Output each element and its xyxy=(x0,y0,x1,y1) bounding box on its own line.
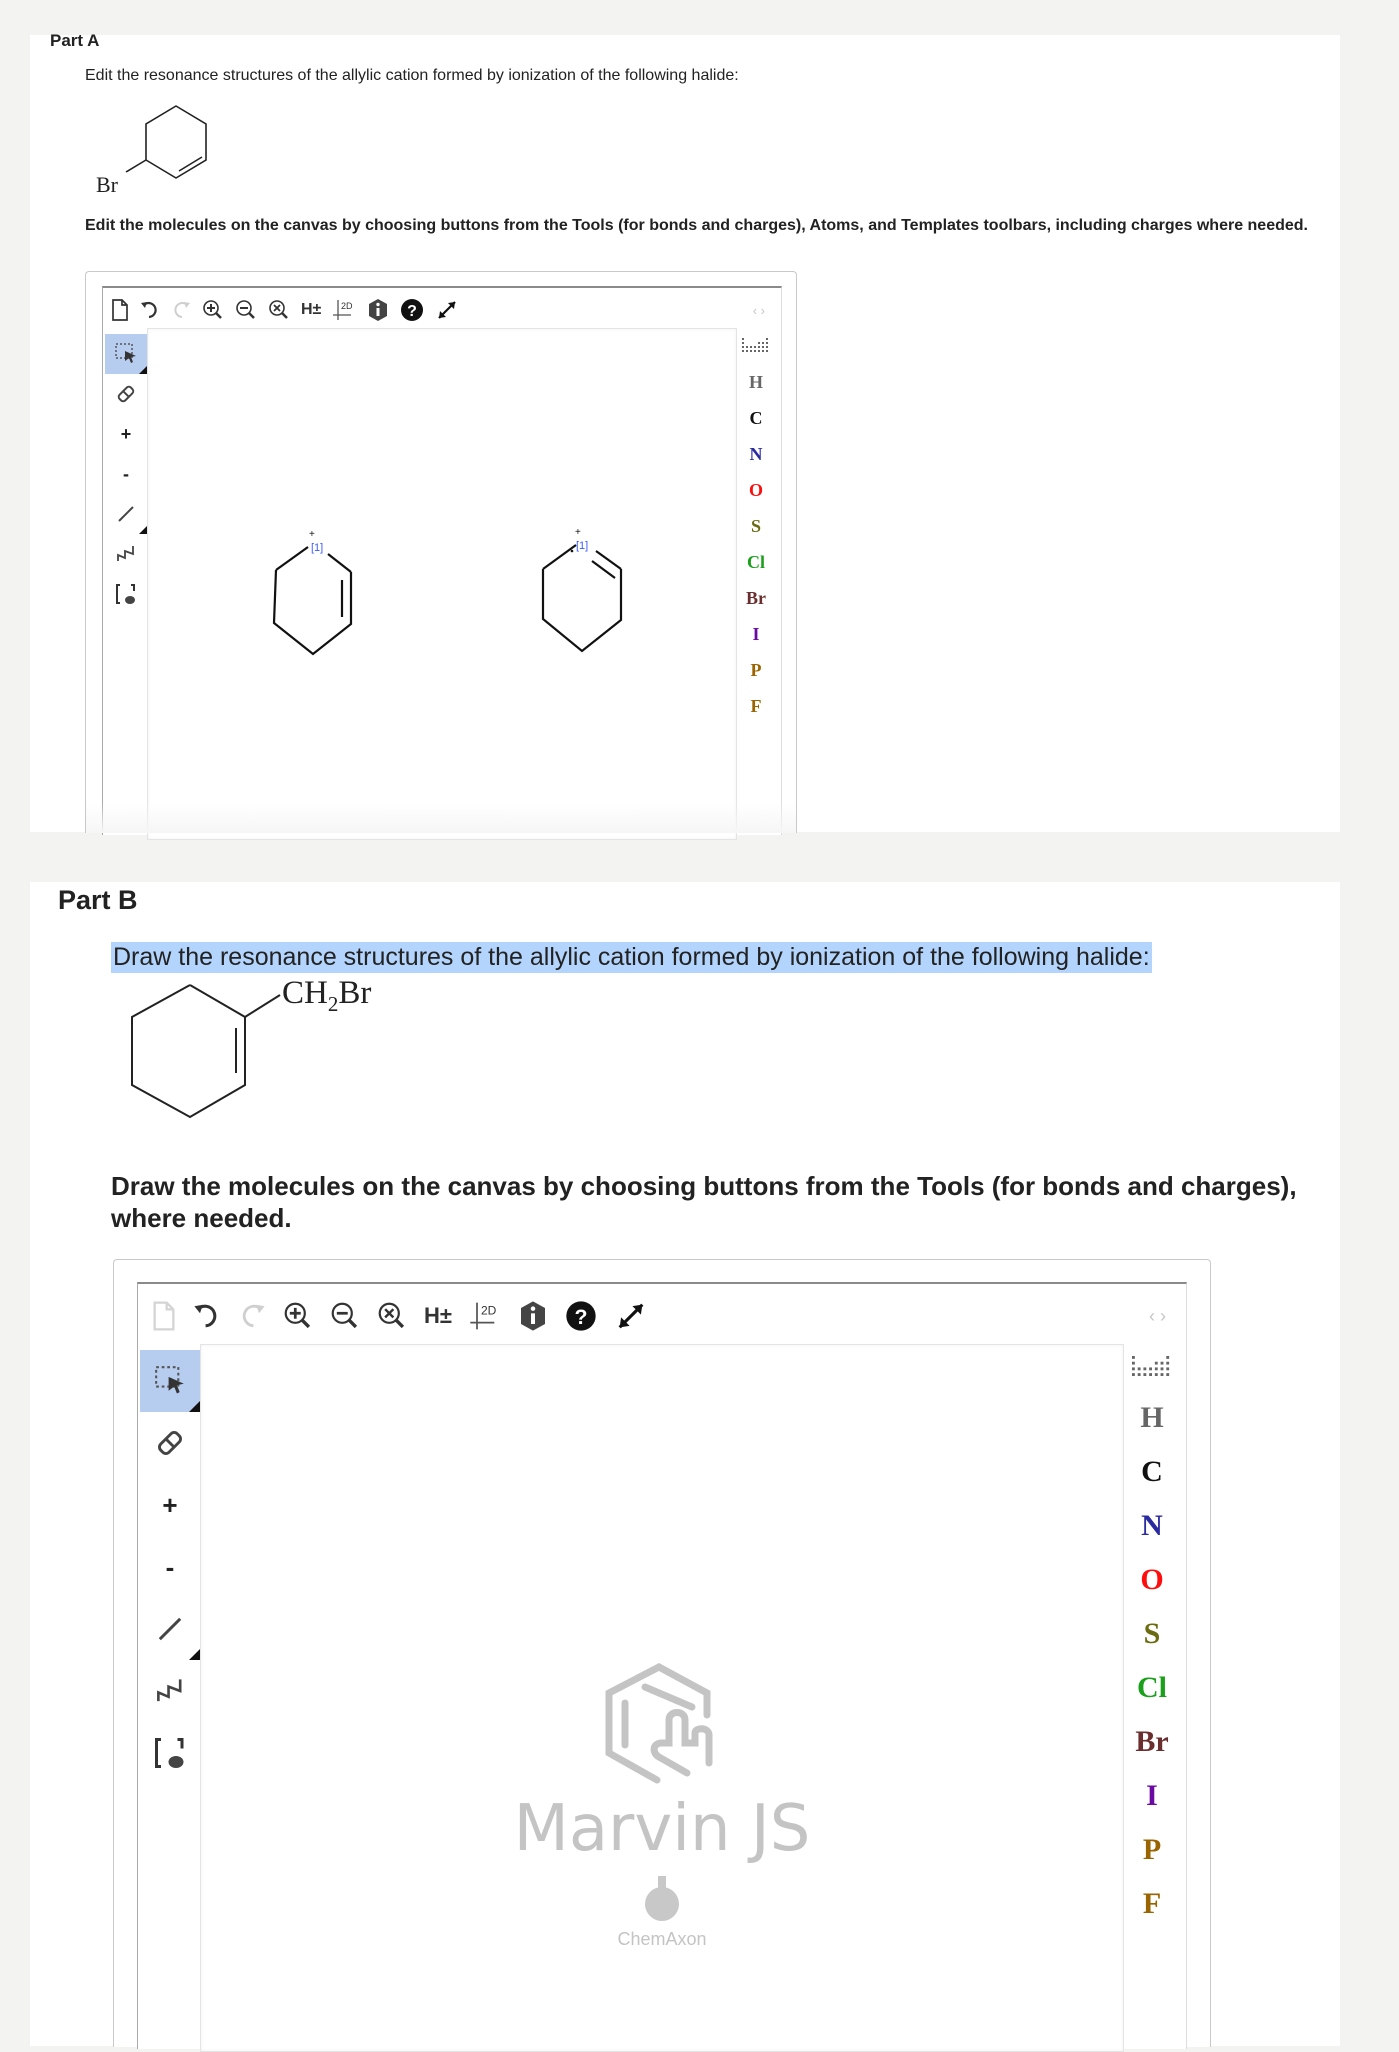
part-b-drawing-canvas[interactable]: Marvin JS ChemAxon xyxy=(200,1344,1124,2052)
single-bond-tool[interactable] xyxy=(140,1598,200,1660)
marvin-logo-icon xyxy=(605,1663,713,1784)
atom-br[interactable]: Br xyxy=(746,588,766,609)
atom-map-label: [1] xyxy=(311,542,323,554)
atom-dot xyxy=(570,549,574,553)
part-a-drawing-canvas[interactable]: + [1] + [1] xyxy=(147,328,737,840)
marvin-watermark: Marvin JS ChemAxon xyxy=(201,1655,1123,1950)
chain-tool[interactable] xyxy=(140,1660,200,1722)
new-document-icon[interactable] xyxy=(152,1301,176,1331)
atom-f[interactable]: F xyxy=(1143,1887,1161,1921)
atom-map-label: [1] xyxy=(576,540,588,552)
atom-i[interactable]: I xyxy=(1146,1779,1158,1813)
periodic-table-toolbar: H C N O S Cl Br I P F xyxy=(737,334,775,717)
part-b-halide-structure: CH2Br xyxy=(120,975,420,1130)
atom-o[interactable]: O xyxy=(1140,1563,1163,1597)
resonance-structure-2[interactable]: + [1] xyxy=(541,527,623,653)
bromine-label: Br xyxy=(96,172,119,197)
editor-toolbar: H± 2D ? ‹ › xyxy=(103,292,781,328)
part-b-question: Draw the resonance structures of the all… xyxy=(111,942,1152,973)
periodic-table-icon[interactable] xyxy=(1132,1356,1172,1381)
atom-h[interactable]: H xyxy=(749,372,763,393)
info-icon[interactable] xyxy=(367,298,389,322)
clean-2d-icon[interactable]: 2D xyxy=(469,1300,501,1332)
part-b-marvin-editor: H± 2D ? ‹ › + - Marvin JS ChemAxon H C N… xyxy=(113,1259,1211,2052)
hydrogen-toggle-icon[interactable]: H± xyxy=(301,301,321,319)
part-a-halide-structure: Br xyxy=(90,100,230,205)
chemaxon-label: ChemAxon xyxy=(617,1929,707,1949)
help-icon[interactable]: ? xyxy=(400,298,424,322)
clean-2d-icon[interactable]: 2D xyxy=(332,298,356,322)
editor-left-toolbar: + - xyxy=(105,334,147,614)
undo-icon[interactable] xyxy=(193,1302,221,1330)
atom-n[interactable]: N xyxy=(750,444,763,465)
svg-text:2D: 2D xyxy=(481,1304,497,1318)
marvin-js-title: Marvin JS xyxy=(513,1792,811,1866)
bracket-tool[interactable] xyxy=(140,1722,200,1784)
atom-o[interactable]: O xyxy=(749,480,763,501)
select-tool[interactable] xyxy=(140,1350,200,1412)
info-icon[interactable] xyxy=(518,1300,548,1332)
svg-text:?: ? xyxy=(407,303,417,320)
atom-c[interactable]: C xyxy=(750,408,763,429)
help-icon[interactable]: ? xyxy=(565,1300,597,1332)
charge-label: + xyxy=(309,529,315,540)
resonance-structure-1[interactable]: + [1] xyxy=(272,529,353,656)
eraser-tool[interactable] xyxy=(105,374,147,414)
decrease-charge-tool[interactable]: - xyxy=(105,454,147,494)
toolbar-scroll-arrows[interactable]: ‹ › xyxy=(753,303,765,318)
redo-icon[interactable] xyxy=(238,1302,266,1330)
decrease-charge-tool[interactable]: - xyxy=(140,1536,200,1598)
increase-charge-tool[interactable]: + xyxy=(105,414,147,454)
toolbar-scroll-arrows[interactable]: ‹ › xyxy=(1149,1306,1166,1327)
eraser-tool[interactable] xyxy=(140,1412,200,1474)
periodic-table-toolbar: H C N O S Cl Br I P F xyxy=(1124,1350,1180,1921)
new-document-icon[interactable] xyxy=(111,299,129,321)
increase-charge-tool[interactable]: + xyxy=(140,1474,200,1536)
atom-cl[interactable]: Cl xyxy=(747,552,765,573)
svg-text:2D: 2D xyxy=(341,301,353,311)
atom-c[interactable]: C xyxy=(1141,1455,1163,1489)
atom-s[interactable]: S xyxy=(751,516,761,537)
part-a-instructions: Edit the molecules on the canvas by choo… xyxy=(85,217,1308,234)
part-b-instructions: Draw the molecules on the canvas by choo… xyxy=(111,1171,1297,1233)
editor-toolbar: H± 2D ? ‹ › xyxy=(138,1292,1186,1340)
zoom-out-icon[interactable] xyxy=(235,299,257,321)
chain-tool[interactable] xyxy=(105,534,147,574)
atom-p[interactable]: P xyxy=(751,660,762,681)
atom-cl[interactable]: Cl xyxy=(1137,1671,1167,1705)
part-a-question: Edit the resonance structures of the all… xyxy=(85,67,739,84)
part-b-label: Part B xyxy=(58,885,138,915)
zoom-in-icon[interactable] xyxy=(202,299,224,321)
atom-n[interactable]: N xyxy=(1141,1509,1163,1543)
zoom-out-icon[interactable] xyxy=(330,1301,360,1331)
zoom-reset-icon[interactable] xyxy=(268,299,290,321)
editor-left-toolbar: + - xyxy=(140,1350,200,1784)
atom-p[interactable]: P xyxy=(1143,1833,1161,1867)
zoom-reset-icon[interactable] xyxy=(377,1301,407,1331)
periodic-table-icon[interactable] xyxy=(742,338,770,357)
ch2br-label: CH2Br xyxy=(282,975,371,1016)
part-a-marvin-editor: H± 2D ? ‹ › + - + [1] + [1] H C N O S Cl… xyxy=(85,271,797,840)
fullscreen-icon[interactable] xyxy=(614,1299,648,1333)
chemaxon-flask-icon xyxy=(645,1876,679,1921)
part-a-label: Part A xyxy=(50,31,100,50)
atom-f[interactable]: F xyxy=(751,696,762,717)
zoom-in-icon[interactable] xyxy=(283,1301,313,1331)
redo-icon[interactable] xyxy=(171,300,191,320)
atom-h[interactable]: H xyxy=(1140,1401,1163,1435)
bracket-tool[interactable] xyxy=(105,574,147,614)
charge-label: + xyxy=(575,527,581,538)
svg-text:?: ? xyxy=(574,1305,587,1329)
atom-br[interactable]: Br xyxy=(1135,1725,1168,1759)
undo-icon[interactable] xyxy=(140,300,160,320)
atom-i[interactable]: I xyxy=(752,624,759,645)
fullscreen-icon[interactable] xyxy=(435,298,459,322)
single-bond-tool[interactable] xyxy=(105,494,147,534)
atom-s[interactable]: S xyxy=(1144,1617,1161,1651)
select-tool[interactable] xyxy=(105,334,147,374)
hydrogen-toggle-icon[interactable]: H± xyxy=(424,1303,452,1329)
